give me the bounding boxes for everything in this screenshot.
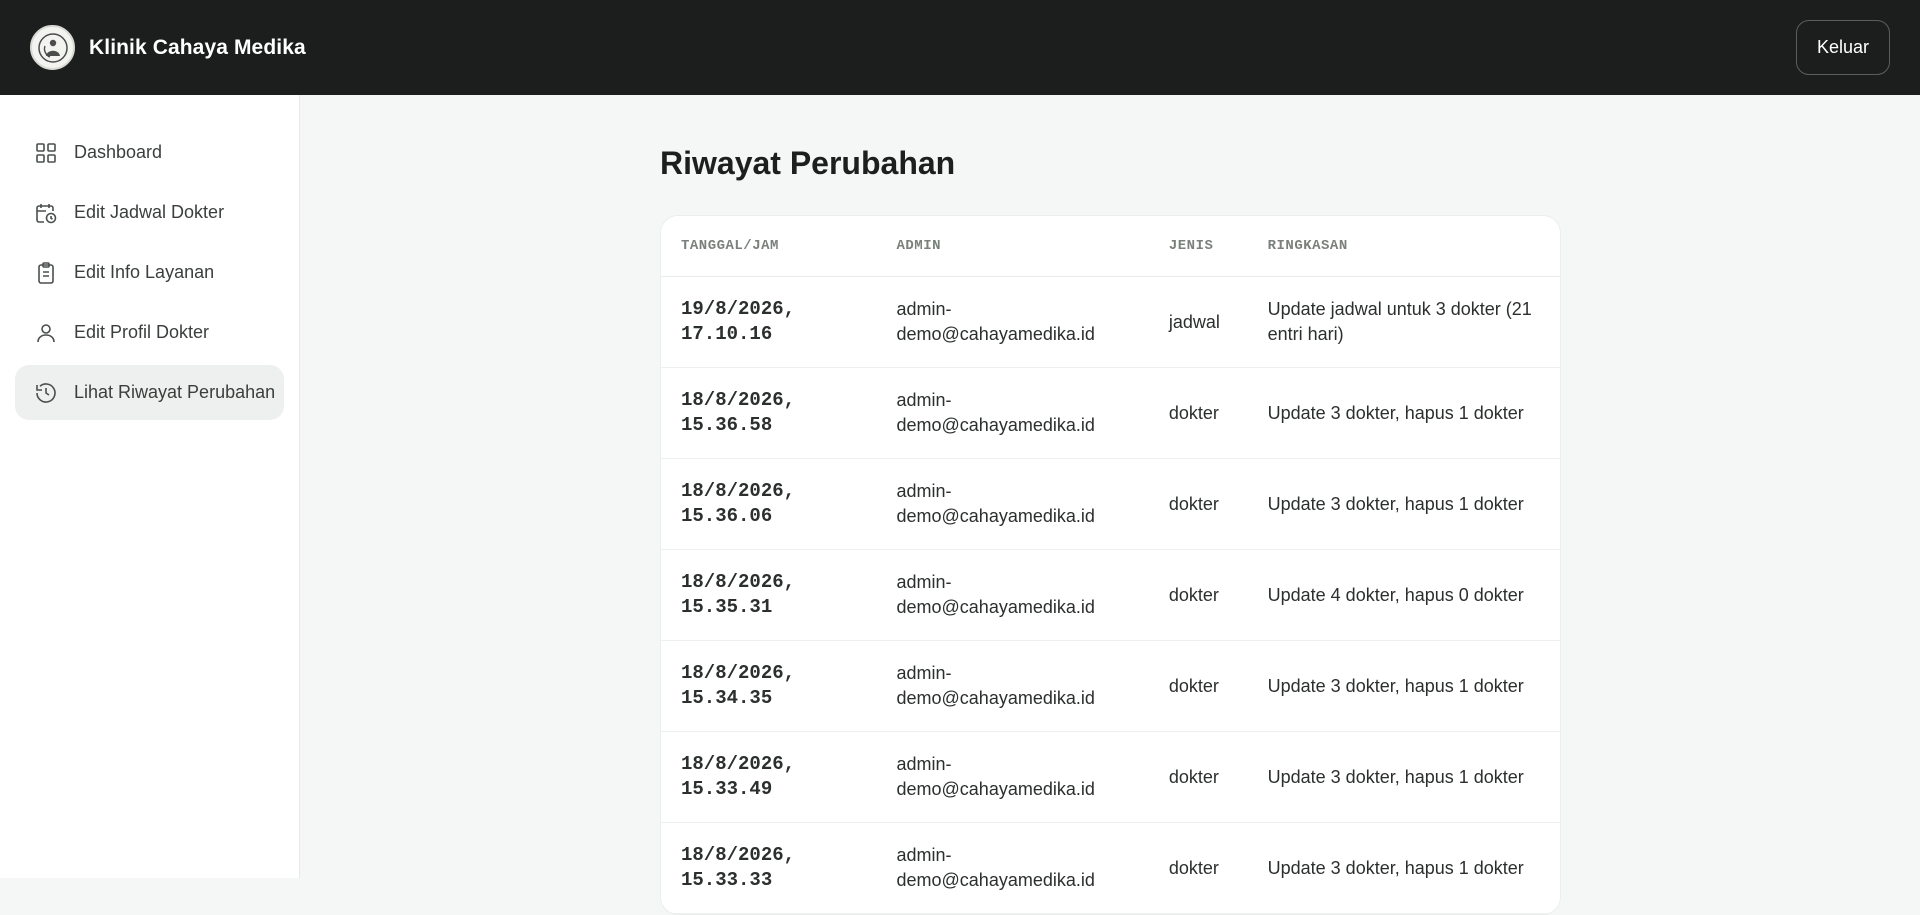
sidebar-item-edit-schedule[interactable]: Edit Jadwal Dokter bbox=[15, 185, 284, 240]
cell-type: dokter bbox=[1168, 584, 1219, 605]
table-row: 18/8/2026, 15.33.33 admin- demo@cahayame… bbox=[661, 823, 1560, 914]
cell-datetime: 18/8/2026, 15.35.31 bbox=[681, 571, 796, 618]
sidebar-item-edit-services[interactable]: Edit Info Layanan bbox=[15, 245, 284, 300]
sidebar-item-change-history[interactable]: Lihat Riwayat Perubahan bbox=[15, 365, 284, 420]
sidebar-item-label: Dashboard bbox=[74, 142, 163, 162]
cell-summary: Update 3 dokter, hapus 1 dokter bbox=[1267, 493, 1524, 514]
sidebar-item-label: Edit Profil Dokter bbox=[74, 322, 210, 342]
column-header-datetime: TANGGAL/JAM bbox=[681, 238, 779, 254]
table-row: 18/8/2026, 15.36.06 admin- demo@cahayame… bbox=[661, 459, 1560, 550]
cell-datetime: 18/8/2026, 15.34.35 bbox=[681, 662, 796, 709]
cell-summary: Update 4 dokter, hapus 0 dokter bbox=[1267, 584, 1524, 605]
cell-datetime: 18/8/2026, 15.33.49 bbox=[681, 753, 796, 800]
main-content: Riwayat Perubahan TANGGAL/JAM ADMIN JENI… bbox=[300, 95, 1920, 915]
cell-datetime: 18/8/2026, 15.36.06 bbox=[681, 480, 796, 527]
sidebar: Dashboard Edit Jadwal Dokter Edit Info L… bbox=[0, 95, 300, 878]
table-row: 18/8/2026, 15.34.35 admin- demo@cahayame… bbox=[661, 641, 1560, 732]
table-row: 18/8/2026, 15.36.58 admin- demo@cahayame… bbox=[661, 368, 1560, 459]
table-header: TANGGAL/JAM ADMIN JENIS RINGKASAN bbox=[661, 216, 1560, 277]
cell-type: dokter bbox=[1168, 402, 1219, 423]
cell-admin: admin- demo@cahayamedika.id bbox=[896, 481, 1095, 526]
history-icon bbox=[36, 382, 56, 403]
cell-admin: admin- demo@cahayamedika.id bbox=[896, 572, 1095, 617]
column-header-admin: ADMIN bbox=[896, 238, 942, 254]
cell-admin: admin- demo@cahayamedika.id bbox=[896, 663, 1095, 708]
top-bar: Klinik Cahaya Medika Keluar bbox=[0, 0, 1920, 95]
calendar-clock-icon bbox=[36, 203, 57, 223]
cell-datetime: 18/8/2026, 15.33.33 bbox=[681, 844, 796, 891]
sidebar-item-label: Edit Jadwal Dokter bbox=[74, 202, 225, 222]
cell-datetime: 19/8/2026, 17.10.16 bbox=[681, 298, 796, 345]
cell-type: dokter bbox=[1168, 766, 1219, 787]
sidebar-item-label: Lihat Riwayat Perubahan bbox=[74, 382, 276, 402]
cell-type: dokter bbox=[1168, 857, 1219, 878]
cell-summary: Update 3 dokter, hapus 1 dokter bbox=[1267, 402, 1524, 423]
clinic-logo-icon bbox=[30, 25, 75, 70]
cell-admin: admin- demo@cahayamedika.id bbox=[896, 390, 1095, 435]
column-header-summary: RINGKASAN bbox=[1267, 238, 1348, 254]
cell-type: dokter bbox=[1168, 493, 1219, 514]
cell-admin: admin- demo@cahayamedika.id bbox=[896, 754, 1095, 799]
history-table: TANGGAL/JAM ADMIN JENIS RINGKASAN 19/8/2… bbox=[660, 215, 1561, 915]
cell-admin: admin- demo@cahayamedika.id bbox=[896, 845, 1095, 890]
cell-type: jadwal bbox=[1168, 311, 1220, 332]
sidebar-item-dashboard[interactable]: Dashboard bbox=[15, 125, 284, 180]
grid-icon bbox=[36, 142, 56, 163]
cell-summary: Update 3 dokter, hapus 1 dokter bbox=[1267, 857, 1524, 878]
logout-button[interactable]: Keluar bbox=[1795, 20, 1890, 75]
cell-type: dokter bbox=[1168, 675, 1219, 696]
user-icon bbox=[37, 323, 55, 342]
sidebar-item-edit-doctor-profile[interactable]: Edit Profil Dokter bbox=[15, 305, 284, 360]
clinic-name: Klinik Cahaya Medika bbox=[89, 35, 306, 59]
clipboard-icon bbox=[38, 261, 54, 284]
cell-summary: Update 3 dokter, hapus 1 dokter bbox=[1267, 766, 1524, 787]
sidebar-item-label: Edit Info Layanan bbox=[74, 262, 215, 282]
cell-summary: Update 3 dokter, hapus 1 dokter bbox=[1267, 675, 1524, 696]
table-row: 18/8/2026, 15.33.49 admin- demo@cahayame… bbox=[661, 732, 1560, 823]
table-row: 18/8/2026, 15.35.31 admin- demo@cahayame… bbox=[661, 550, 1560, 641]
page-title: Riwayat Perubahan bbox=[660, 145, 956, 181]
column-header-type: JENIS bbox=[1168, 238, 1214, 254]
cell-datetime: 18/8/2026, 15.36.58 bbox=[681, 389, 796, 436]
table-row: 19/8/2026, 17.10.16 admin- demo@cahayame… bbox=[661, 277, 1560, 368]
cell-summary: Update jadwal untuk 3 dokter (21 entri h… bbox=[1267, 299, 1532, 344]
cell-admin: admin- demo@cahayamedika.id bbox=[896, 299, 1095, 344]
